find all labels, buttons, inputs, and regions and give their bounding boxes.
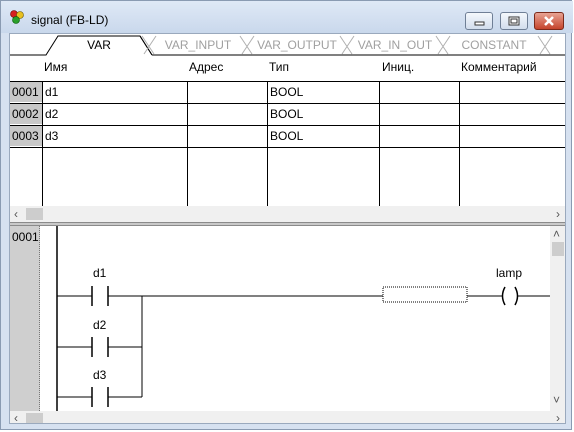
- col-divider: [379, 81, 380, 206]
- title-bar[interactable]: signal (FB-LD): [1, 1, 573, 33]
- cell-type[interactable]: BOOL: [270, 82, 303, 102]
- row-divider: [10, 147, 565, 148]
- cell-name[interactable]: d2: [45, 104, 58, 124]
- coil-label[interactable]: lamp: [496, 266, 522, 280]
- row-number[interactable]: 0003: [10, 126, 42, 146]
- col-header-type[interactable]: Тип: [269, 60, 289, 74]
- cell-type[interactable]: BOOL: [270, 126, 303, 146]
- variable-table: Имя Адрес Тип Иниц. Комментарий 0001 d1 …: [10, 56, 565, 206]
- tab-var[interactable]: VAR: [58, 36, 140, 54]
- scroll-right-icon[interactable]: ›: [556, 410, 560, 423]
- scroll-left-icon[interactable]: ‹: [14, 410, 18, 423]
- window-title: signal (FB-LD): [31, 13, 109, 27]
- app-window: signal (FB-LD) VAR VAR_INPUT VAR_OUTPUT …: [0, 0, 573, 430]
- cell-name[interactable]: d3: [45, 126, 58, 146]
- scroll-thumb[interactable]: [26, 413, 43, 423]
- selection-box: [382, 286, 468, 303]
- table-horizontal-scrollbar[interactable]: ‹ ›: [10, 206, 565, 222]
- scroll-right-icon[interactable]: ›: [556, 206, 560, 222]
- col-divider: [459, 81, 460, 206]
- maximize-button[interactable]: [500, 12, 528, 30]
- minimize-icon: [474, 21, 485, 26]
- row-number[interactable]: 0001: [10, 82, 42, 102]
- col-header-comment[interactable]: Комментарий: [461, 60, 537, 74]
- col-header-name[interactable]: Имя: [44, 60, 67, 74]
- traffic-light-icon: [10, 10, 24, 24]
- col-divider: [42, 81, 43, 206]
- tab-var-input[interactable]: VAR_INPUT: [156, 36, 240, 54]
- tab-var-output[interactable]: VAR_OUTPUT: [254, 36, 340, 54]
- ladder-horizontal-scrollbar[interactable]: ‹ ›: [10, 410, 565, 423]
- col-divider: [187, 81, 188, 206]
- ladder-diagram[interactable]: [40, 226, 550, 411]
- scroll-left-icon[interactable]: ‹: [14, 206, 18, 222]
- row-number[interactable]: 0002: [10, 104, 42, 124]
- tab-constant[interactable]: CONSTANT: [450, 36, 538, 54]
- scroll-up-icon[interactable]: ˄: [553, 226, 560, 242]
- scroll-thumb[interactable]: [552, 242, 564, 256]
- close-icon: [544, 16, 554, 26]
- contact-label[interactable]: d2: [93, 318, 106, 332]
- minimize-button[interactable]: [465, 12, 493, 30]
- scroll-thumb[interactable]: [26, 208, 43, 220]
- network-number[interactable]: 0001: [12, 230, 39, 244]
- col-header-address[interactable]: Адрес: [189, 60, 223, 74]
- maximize-icon: [508, 16, 520, 26]
- tab-bar: VAR VAR_INPUT VAR_OUTPUT VAR_IN_OUT CONS…: [10, 34, 565, 56]
- ladder-editor: 0001 d1 d2 d3 lamp ˄ ˅ ‹ ›: [10, 226, 565, 423]
- network-number-column: 0001: [10, 226, 40, 411]
- cell-type[interactable]: BOOL: [270, 104, 303, 124]
- cell-name[interactable]: d1: [45, 82, 58, 102]
- col-divider: [267, 81, 268, 206]
- editor-client: VAR VAR_INPUT VAR_OUTPUT VAR_IN_OUT CONS…: [9, 33, 566, 424]
- coil-lamp: [501, 286, 506, 306]
- contact-label[interactable]: d1: [93, 266, 106, 280]
- scroll-down-icon[interactable]: ˅: [553, 392, 560, 408]
- close-button[interactable]: [534, 12, 564, 30]
- tab-var-in-out[interactable]: VAR_IN_OUT: [354, 36, 436, 54]
- ladder-vertical-scrollbar[interactable]: ˄ ˅: [550, 226, 565, 411]
- contact-label[interactable]: d3: [93, 368, 106, 382]
- col-header-init[interactable]: Иниц.: [382, 60, 414, 74]
